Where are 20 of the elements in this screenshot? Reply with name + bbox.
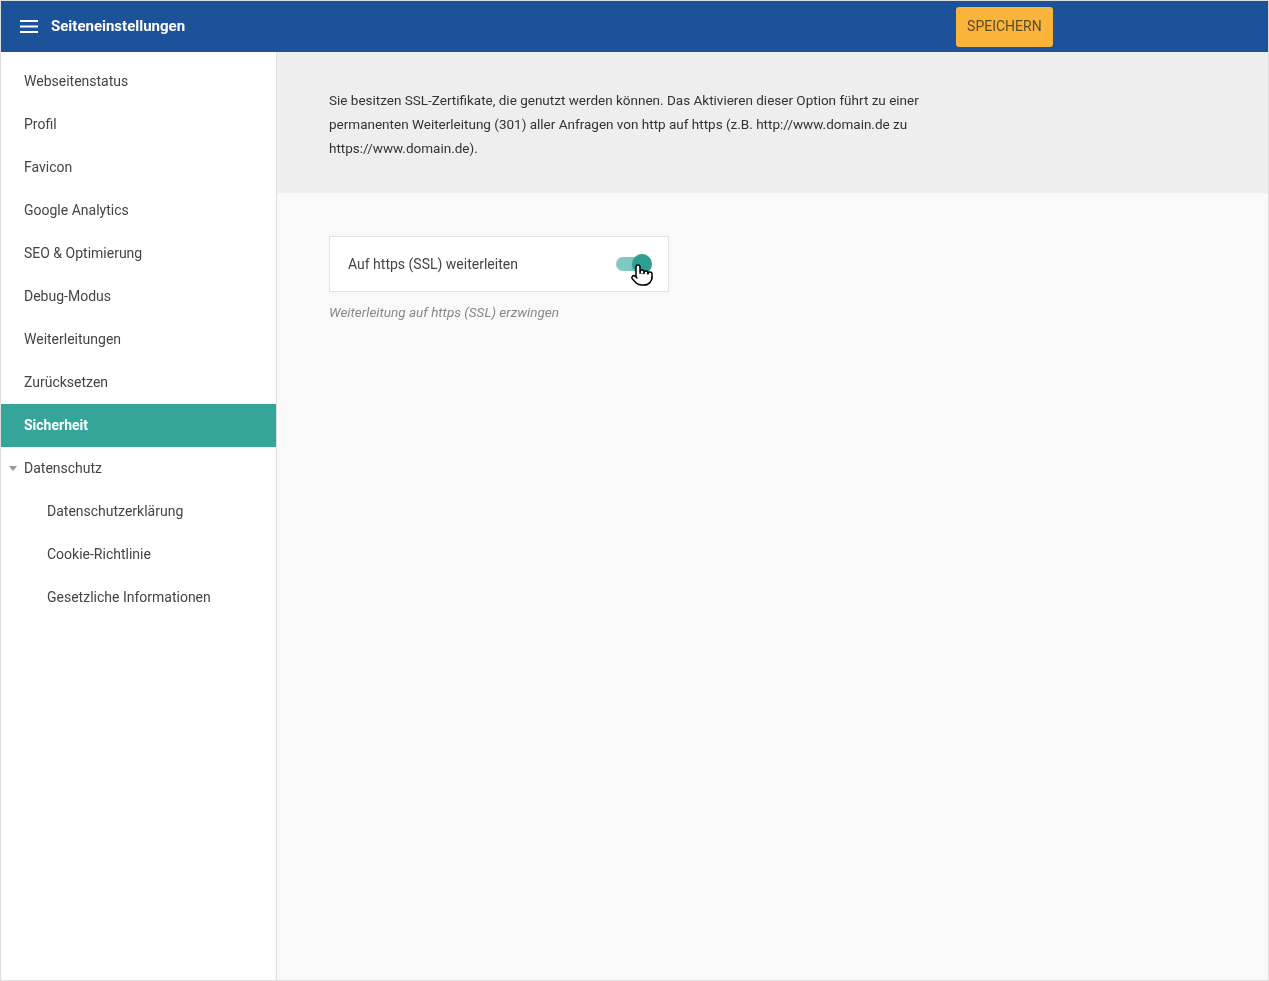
caret-icon	[9, 466, 17, 471]
sidebar-item[interactable]: Favicon	[1, 146, 276, 189]
sidebar-item[interactable]: Google Analytics	[1, 189, 276, 232]
sidebar-item[interactable]: Datenschutzerklärung	[1, 490, 276, 533]
info-text: Sie besitzen SSL-Zertifikate, die genutzt werden können. Das Aktivieren dieser Option führt zu einer permanenten Weiterleitung (301) aller Anfragen von http auf https (z.B. http://www.domain.de zu https://www.domain.de).	[329, 91, 920, 158]
sidebar-item[interactable]: Debug-Modus	[1, 275, 276, 318]
sidebar-item[interactable]: Gesetzliche Informationen	[1, 576, 276, 619]
sidebar-item[interactable]: SEO & Optimierung	[1, 232, 276, 275]
save-button[interactable]: SPEICHERN	[956, 6, 1053, 47]
menu-icon[interactable]	[20, 20, 38, 33]
page-title: Seiteneinstellungen	[51, 16, 186, 38]
hand-cursor-icon	[630, 263, 654, 287]
setting-label: Auf https (SSL) weiterleiten	[348, 254, 518, 275]
sidebar-item[interactable]: Webseitenstatus	[1, 60, 276, 103]
sidebar-item[interactable]: Weiterleitungen	[1, 318, 276, 361]
sidebar-item[interactable]: Datenschutz	[1, 447, 276, 490]
sidebar-item[interactable]: Zurücksetzen	[1, 361, 276, 404]
sidebar-item[interactable]: Profil	[1, 103, 276, 146]
setting-hint: Weiterleitung auf https (SSL) erzwingen	[329, 303, 560, 322]
sidebar-item[interactable]: Cookie-Richtlinie	[1, 533, 276, 576]
